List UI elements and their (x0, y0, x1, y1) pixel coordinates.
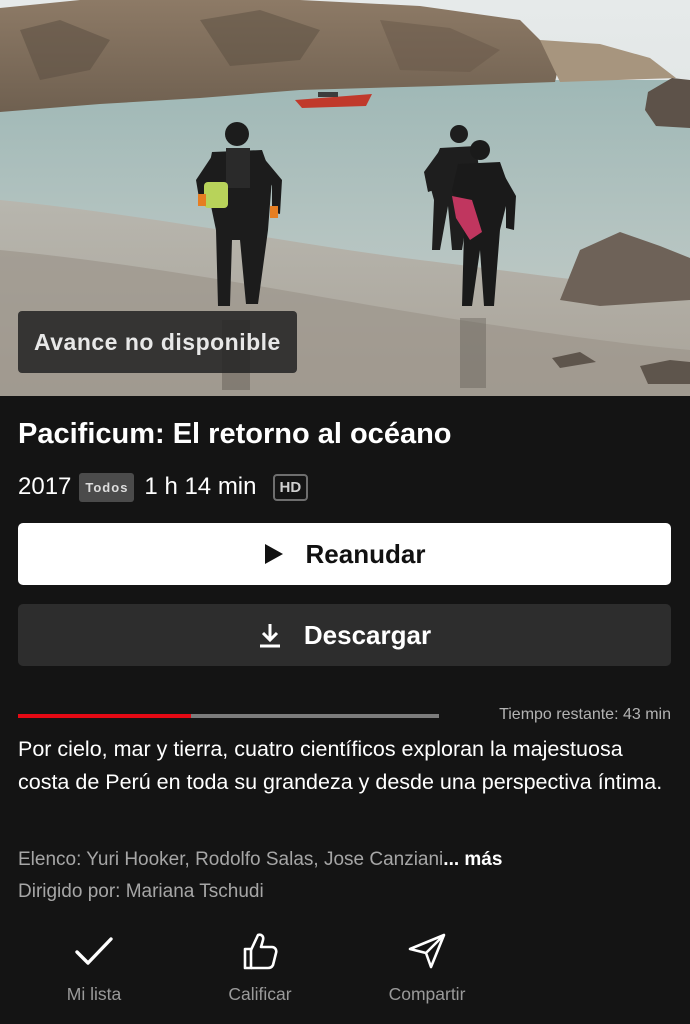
share-label: Compartir (388, 984, 466, 1004)
cast-line: Elenco: Yuri Hooker, Rodolfo Salas, Jose… (18, 849, 502, 871)
director-line: Dirigido por: Mariana Tschudi (18, 881, 264, 902)
page-title: Pacificum: El retorno al océano (18, 418, 452, 450)
my-list-label: Mi lista (66, 984, 122, 1004)
download-button-label: Descargar (303, 619, 432, 650)
meta-row: 2017 Todos 1 h 14 min HD (18, 470, 309, 504)
share-button[interactable]: Compartir (352, 928, 502, 1005)
thumbs-up-icon (241, 928, 279, 974)
watch-progress-bar (18, 714, 439, 718)
send-icon (407, 928, 447, 974)
synopsis: Por cielo, mar y tierra, cuatro científi… (18, 737, 663, 794)
time-remaining: Tiempo restante: 43 min (499, 706, 671, 723)
release-year: 2017 (18, 473, 72, 500)
maturity-rating-badge: Todos (79, 472, 135, 502)
cast-list: Elenco: Yuri Hooker, Rodolfo Salas, Jose… (18, 849, 444, 870)
download-icon (258, 622, 282, 648)
resume-button-label: Reanudar (305, 538, 426, 569)
play-icon (264, 543, 284, 565)
duration: 1 h 14 min (144, 473, 257, 500)
hd-badge: HD (272, 473, 309, 501)
watch-progress-fill (18, 714, 191, 718)
check-icon (74, 928, 114, 974)
preview-unavailable-badge: Avance no disponible (18, 311, 297, 373)
title-detail-page: Avance no disponible Pacificum: El retor… (0, 0, 690, 1024)
hero-image[interactable]: Avance no disponible (0, 0, 690, 396)
my-list-button[interactable]: Mi lista (19, 928, 169, 1005)
rate-label: Calificar (228, 984, 292, 1004)
more-link[interactable]: ... más (443, 849, 502, 870)
download-button[interactable]: Descargar (18, 604, 671, 666)
rate-button[interactable]: Calificar (185, 928, 335, 1005)
resume-button[interactable]: Reanudar (18, 523, 671, 585)
